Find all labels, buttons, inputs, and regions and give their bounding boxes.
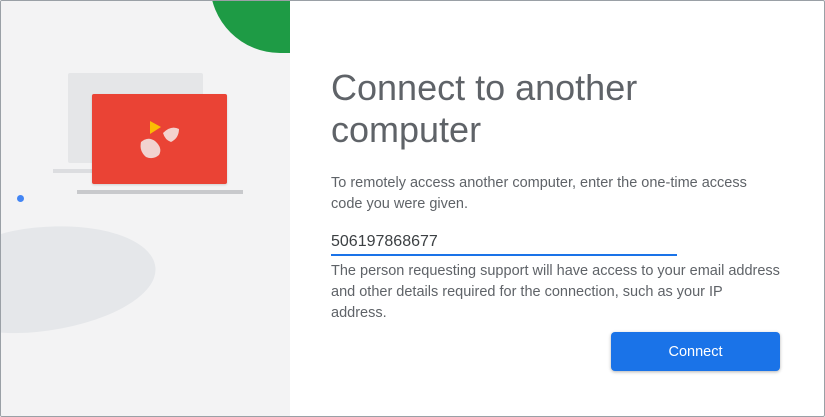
connect-button[interactable]: Connect (611, 332, 780, 371)
green-blob-decoration (210, 1, 290, 53)
access-code-input[interactable] (331, 230, 677, 256)
connect-dialog: Connect to another computer To remotely … (0, 0, 825, 417)
content-panel: Connect to another computer To remotely … (290, 1, 824, 416)
front-laptop-screen (92, 94, 227, 184)
remote-desktop-logo-icon (140, 121, 179, 159)
blue-dot-decoration (17, 195, 24, 202)
grey-blob-decoration (1, 215, 161, 343)
dialog-title: Connect to another computer (331, 67, 638, 150)
front-laptop-base (77, 190, 243, 194)
illustration-panel (1, 1, 290, 416)
privacy-notice-text: The person requesting support will have … (331, 263, 780, 321)
instructions-text: To remotely access another computer, ent… (331, 175, 747, 212)
